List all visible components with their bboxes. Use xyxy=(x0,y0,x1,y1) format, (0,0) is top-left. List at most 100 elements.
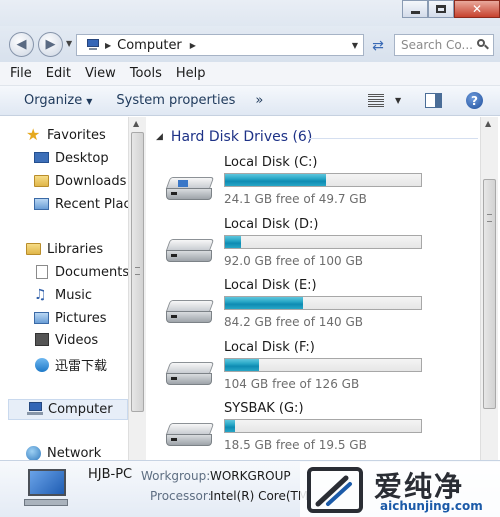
chevron-down-icon: ▼ xyxy=(86,97,93,106)
nav-favorites[interactable]: ★ Favorites xyxy=(26,127,106,143)
nav-item-xunlei-downloads[interactable]: 迅雷下载 xyxy=(34,355,107,374)
computer-icon xyxy=(83,39,101,51)
menu-view[interactable]: View xyxy=(85,66,116,81)
search-input[interactable] xyxy=(401,38,473,52)
drive-tile[interactable]: Local Disk (E:) 84.2 GB free of 140 GB xyxy=(165,278,466,334)
search-icon[interactable] xyxy=(477,39,489,50)
content-scrollbar[interactable]: ▲ xyxy=(480,117,498,460)
organize-button[interactable]: Organize ▼ xyxy=(24,93,92,108)
forward-button[interactable]: ▶ xyxy=(38,32,63,57)
back-button[interactable]: ◀ xyxy=(9,32,34,57)
navigation-bar: ◀ ▶ ▼ ▶ Computer ▶ ▼ ⇄ xyxy=(0,26,500,62)
close-button[interactable]: ✕ xyxy=(454,0,500,18)
hard-drive-icon xyxy=(165,177,215,203)
desktop-icon xyxy=(34,152,49,163)
file-list-area: ◢ Hard Disk Drives (6) Local Disk (C:) 24… xyxy=(148,117,480,460)
drive-usage-bar xyxy=(224,357,422,372)
more-commands-button[interactable]: » xyxy=(255,93,263,108)
drive-name: Local Disk (C:) xyxy=(224,155,318,170)
system-properties-button[interactable]: System properties xyxy=(116,93,235,108)
drive-usage-fill xyxy=(225,358,260,371)
minimize-button[interactable] xyxy=(402,0,428,18)
nav-item-pictures[interactable]: Pictures xyxy=(34,310,106,326)
navigation-pane: ★ Favorites Desktop Downloads Recent Pla… xyxy=(0,117,147,460)
scrollbar-thumb[interactable] xyxy=(131,132,144,412)
workgroup-label: Workgroup: xyxy=(141,469,211,483)
breadcrumb-computer[interactable]: Computer xyxy=(117,38,182,53)
hard-disk-drives-group-header[interactable]: ◢ Hard Disk Drives (6) xyxy=(156,129,312,145)
collapse-triangle-icon[interactable]: ◢ xyxy=(156,132,163,142)
nav-item-music[interactable]: ♫ Music xyxy=(34,287,92,303)
menu-edit[interactable]: Edit xyxy=(46,66,71,81)
help-icon[interactable]: ? xyxy=(466,92,483,109)
scroll-up-icon[interactable]: ▲ xyxy=(133,119,139,128)
recent-pages-dropdown[interactable]: ▼ xyxy=(66,39,72,48)
address-dropdown-icon[interactable]: ▼ xyxy=(352,41,358,50)
back-arrow-icon: ◀ xyxy=(16,37,27,52)
nav-item-label: Music xyxy=(55,287,92,303)
search-box[interactable] xyxy=(394,34,494,56)
drive-usage-fill xyxy=(225,174,326,186)
processor-value: Intel(R) Core(TM xyxy=(210,489,309,503)
nav-item-recent-places[interactable]: Recent Place xyxy=(34,196,139,212)
hard-drive-icon xyxy=(165,238,215,265)
scrollbar-thumb[interactable] xyxy=(483,179,496,409)
refresh-button[interactable]: ⇄ xyxy=(367,36,389,56)
hard-drive-icon xyxy=(165,361,215,388)
drive-tile[interactable]: Local Disk (F:) 104 GB free of 126 GB xyxy=(165,339,466,396)
view-options-dropdown[interactable]: ▼ xyxy=(395,96,401,105)
nav-item-label: Recent Place xyxy=(55,196,139,212)
drive-tile[interactable]: Local Disk (C:) 24.1 GB free of 49.7 GB xyxy=(165,155,466,211)
change-view-icon[interactable] xyxy=(368,93,384,109)
nav-item-desktop[interactable]: Desktop xyxy=(34,150,109,166)
nav-computer[interactable]: Computer xyxy=(8,399,128,420)
nav-libraries[interactable]: Libraries xyxy=(26,241,103,257)
navigation-pane-scrollbar[interactable]: ▲ xyxy=(128,117,146,460)
menu-tools[interactable]: Tools xyxy=(130,66,162,81)
drive-name: Local Disk (F:) xyxy=(224,339,315,355)
drive-tile[interactable]: Local Disk (D:) 92.0 GB free of 100 GB xyxy=(165,217,466,273)
breadcrumb-chevron-icon[interactable]: ▶ xyxy=(190,41,196,50)
nav-network-label: Network xyxy=(47,445,102,461)
maximize-button[interactable] xyxy=(428,0,454,18)
nav-item-documents[interactable]: Documents xyxy=(34,264,129,280)
hard-drive-icon xyxy=(165,300,215,326)
drive-tile[interactable]: SYSBAK (G:) 18.5 GB free of 19.5 GB xyxy=(165,401,466,457)
nav-favorites-label: Favorites xyxy=(47,127,106,143)
hard-drive-icon xyxy=(165,423,215,449)
downloads-folder-icon xyxy=(34,175,49,187)
drive-usage-fill xyxy=(225,420,235,432)
watermark-url: aichunjing.com xyxy=(380,499,483,513)
scroll-up-icon[interactable]: ▲ xyxy=(485,119,491,128)
nav-computer-label: Computer xyxy=(48,402,113,417)
computer-icon xyxy=(22,469,70,509)
drive-free-space: 24.1 GB free of 49.7 GB xyxy=(224,192,367,206)
watermark: 爱纯净 aichunjing.com xyxy=(300,462,500,517)
pictures-icon xyxy=(34,312,49,324)
drive-usage-bar xyxy=(224,419,422,433)
breadcrumb-separator-icon[interactable]: ▶ xyxy=(105,41,111,50)
nav-item-videos[interactable]: Videos xyxy=(34,332,98,348)
address-bar[interactable]: ▶ Computer ▶ ▼ xyxy=(76,34,364,56)
nav-network[interactable]: Network xyxy=(26,445,101,460)
nav-item-downloads[interactable]: Downloads xyxy=(34,173,126,189)
nav-item-label: Documents xyxy=(55,264,130,280)
drive-usage-bar xyxy=(224,173,422,187)
caption-buttons: ✕ xyxy=(402,0,500,18)
menu-help[interactable]: Help xyxy=(176,66,206,81)
organize-label: Organize xyxy=(24,93,83,108)
documents-icon xyxy=(36,265,48,279)
nav-libraries-label: Libraries xyxy=(47,241,104,257)
libraries-icon xyxy=(26,243,41,255)
drive-free-space: 92.0 GB free of 100 GB xyxy=(224,253,363,268)
star-icon: ★ xyxy=(26,125,41,144)
maximize-icon xyxy=(436,5,446,13)
recent-places-icon xyxy=(34,198,49,210)
preview-pane-icon[interactable] xyxy=(425,93,442,108)
title-bar: ✕ xyxy=(0,0,500,26)
minimize-icon xyxy=(410,10,420,14)
workgroup-value: WORKGROUP xyxy=(210,469,291,483)
command-bar: Organize ▼ System properties » ▼ ? xyxy=(0,86,500,116)
menu-file[interactable]: File xyxy=(10,66,32,81)
drive-name: Local Disk (E:) xyxy=(224,278,317,293)
